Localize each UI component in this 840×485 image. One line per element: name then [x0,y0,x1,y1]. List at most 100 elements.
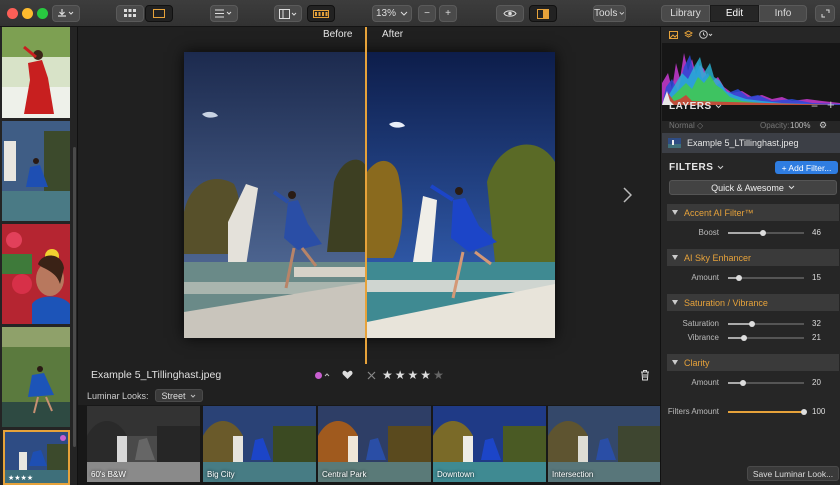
filter-header-accent-ai[interactable]: Accent AI Filter™ [667,204,839,221]
slider-knob[interactable] [736,275,743,281]
filmstrip-toggle-button[interactable] [307,5,335,22]
heart-icon[interactable] [342,370,353,380]
slider-boost[interactable]: Boost 46 [667,227,839,239]
slider-filters-amount[interactable]: Filters Amount 100 [667,406,839,418]
close-window-button[interactable] [7,8,18,19]
tab-edit[interactable]: Edit [710,5,759,22]
chevron-up-icon [324,373,330,377]
fullscreen-button[interactable] [815,5,835,22]
star-icon[interactable]: ★ [433,369,444,381]
save-luminar-look-button[interactable]: Save Luminar Look... [747,466,839,481]
rating-bar: ★ ★ ★ ★ ★ [315,368,444,382]
look-preset-name: Intersection [552,470,594,479]
star-icon[interactable]: ★ [395,369,406,381]
list-options-button[interactable] [210,5,238,22]
single-view-button[interactable] [145,5,173,22]
filter-header-clarity[interactable]: Clarity [667,354,839,371]
slider-track[interactable] [728,335,804,341]
layers-icon[interactable] [684,30,693,39]
next-image-button[interactable] [614,180,640,210]
look-preset-big-city[interactable]: Big City [203,406,316,482]
filter-preset-select[interactable]: Quick & Awesome [669,180,837,195]
slider-value: 21 [812,333,821,342]
filmstrip-thumbnail[interactable] [2,121,70,221]
slider-knob[interactable] [740,335,747,341]
blend-mode-select[interactable]: Normal ◇ [669,121,703,130]
filmstrip-thumbnail[interactable] [2,27,70,118]
filter-title: AI Sky Enhancer [684,252,752,263]
star-icon[interactable]: ★ [408,369,419,381]
look-preset-intersection[interactable]: Intersection [548,406,661,482]
image-icon[interactable] [669,30,678,39]
slider-knob[interactable] [740,380,747,386]
tab-info[interactable]: Info [759,5,807,22]
color-label-dot [315,371,322,379]
trash-icon[interactable] [640,369,650,381]
zoom-out-button[interactable]: − [418,5,436,22]
tab-library-label: Library [670,8,701,19]
filters-section-title[interactable]: FILTERS [669,162,724,173]
remove-layer-button[interactable]: − [811,99,818,113]
slider-label: Saturation [682,319,719,328]
star-icon[interactable]: ★ [382,369,393,381]
opacity-value[interactable]: 100% [790,121,810,130]
zoom-in-button[interactable]: + [439,5,457,22]
star-rating[interactable]: ★ ★ ★ ★ ★ [382,369,444,381]
chevron-down-icon [190,394,195,398]
slider-saturation[interactable]: Saturation 32 [667,318,839,330]
before-after-divider[interactable] [365,27,367,364]
add-filter-button[interactable]: + Add Filter... [775,161,838,174]
layer-thumbnail [668,138,681,148]
sidebar-toggle-button[interactable] [274,5,302,22]
look-preset-downtown[interactable]: Downtown [433,406,546,482]
slider-amount[interactable]: Amount 15 [667,272,839,284]
slider-amount[interactable]: Amount 20 [667,377,839,389]
chevron-down-icon [788,185,795,190]
minimize-window-button[interactable] [22,8,33,19]
slider-label: Boost [698,228,719,237]
svg-text:★★★★: ★★★★ [8,474,33,482]
export-button[interactable] [52,5,80,22]
gear-icon[interactable]: ⚙ [819,120,827,131]
color-label-select[interactable] [315,371,330,379]
filter-header-saturation-vibrance[interactable]: Saturation / Vibrance [667,294,839,311]
luminar-app-window: 13% − + Tools Library Edit Info ★★★★ Bef… [0,0,840,485]
zoom-level-select[interactable]: 13% [372,5,412,22]
slider-track[interactable] [728,321,804,327]
slider-vibrance[interactable]: Vibrance 21 [667,332,839,344]
list-icon [215,9,232,18]
history-icon[interactable] [699,30,713,39]
tab-info-label: Info [774,8,792,19]
filmstrip-thumbnail[interactable] [2,327,70,427]
reject-icon[interactable] [367,371,376,380]
tab-library[interactable]: Library [661,5,710,22]
slider-knob[interactable] [801,409,807,415]
slider-knob[interactable] [749,321,756,327]
slider-track[interactable] [728,275,804,281]
grid-icon [124,9,136,17]
layer-item[interactable]: Example 5_LTillinghast.jpeg [662,133,840,153]
looks-category-select[interactable]: Street [154,389,203,402]
look-preset-60s-bw[interactable]: 60's B&W [87,406,200,482]
filmstrip-thumbnail[interactable] [2,224,70,324]
preview-button[interactable] [496,5,524,22]
filmstrip-thumbnail-selected[interactable]: ★★★★ [3,430,70,485]
tools-menu[interactable]: Tools [593,5,626,22]
star-icon[interactable]: ★ [420,369,431,381]
slider-value: 32 [812,319,821,328]
look-preset-central-park[interactable]: Central Park [318,406,431,482]
filter-header-ai-sky-enhancer[interactable]: AI Sky Enhancer [667,249,839,266]
slider-track[interactable] [728,230,804,236]
slider-track[interactable] [728,380,804,386]
layers-section-title[interactable]: LAYERS [669,101,722,112]
filmstrip-scrollbar[interactable] [73,147,76,447]
slider-knob[interactable] [759,230,766,236]
zoom-window-button[interactable] [37,8,48,19]
compare-split-button[interactable] [529,5,557,22]
image-filename: Example 5_LTillinghast.jpeg [91,369,222,381]
grid-view-button[interactable] [116,5,144,22]
add-layer-button[interactable]: + [827,97,835,112]
panel-icon [279,8,297,19]
slider-track[interactable] [728,409,807,415]
after-label: After [382,29,404,40]
